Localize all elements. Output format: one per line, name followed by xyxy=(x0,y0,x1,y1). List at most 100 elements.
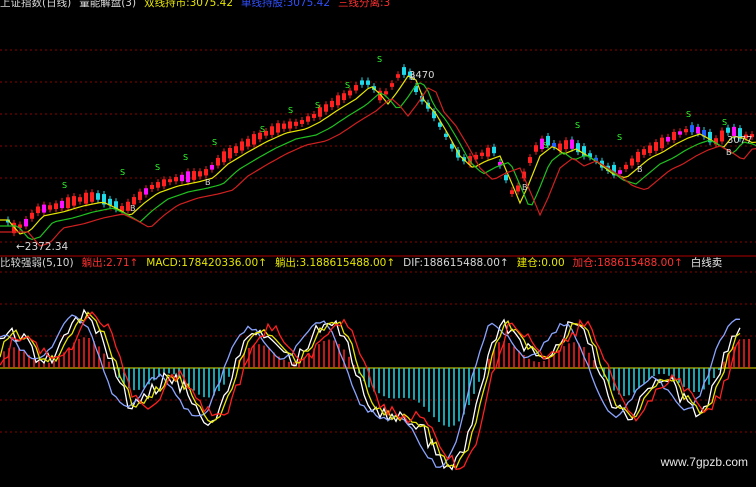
sell-marker: S xyxy=(120,168,125,177)
price-peak-label: 3470 xyxy=(409,70,434,81)
candle-body xyxy=(306,116,310,122)
sell-marker: S xyxy=(155,163,160,172)
moving-average-line xyxy=(0,87,756,247)
candle-body xyxy=(354,85,358,91)
candle-body xyxy=(198,171,202,177)
candle-body xyxy=(204,169,208,176)
buy-marker: B xyxy=(637,165,643,174)
candle-body xyxy=(618,170,622,174)
candle-body xyxy=(96,193,100,200)
sell-marker: S xyxy=(686,110,691,119)
candle-body xyxy=(72,196,76,206)
buy-marker: B xyxy=(205,178,211,187)
candle-body xyxy=(288,121,292,129)
candle-body xyxy=(636,151,640,163)
candle-body xyxy=(444,133,448,137)
sell-marker: S xyxy=(345,81,350,90)
candle-body xyxy=(648,145,652,154)
candle-body xyxy=(24,218,28,227)
candle-body xyxy=(642,149,646,155)
candle-body xyxy=(654,142,658,151)
candle-body xyxy=(156,182,160,188)
candle-body xyxy=(168,179,172,183)
candle-body xyxy=(666,136,670,142)
candle-body xyxy=(678,131,682,135)
buy-marker: B xyxy=(522,183,528,192)
candle-body xyxy=(252,134,256,145)
candle-body xyxy=(564,140,568,150)
candle-body xyxy=(90,192,94,202)
candle-body xyxy=(624,164,628,170)
candle-body xyxy=(30,212,34,219)
candle-body xyxy=(504,175,508,181)
candle-body xyxy=(210,165,214,170)
candle-body xyxy=(660,137,664,149)
candle-body xyxy=(690,125,694,133)
candle-body xyxy=(138,191,142,200)
candle-body xyxy=(324,104,328,112)
candle-body xyxy=(672,131,676,141)
candle-body xyxy=(348,90,352,96)
candle-body xyxy=(84,192,88,204)
sell-marker: S xyxy=(212,138,217,147)
candle-body xyxy=(570,139,574,149)
price-right-label: 3077 xyxy=(727,135,752,146)
buy-marker: B xyxy=(130,204,136,213)
candle-body xyxy=(528,157,532,163)
candle-body xyxy=(516,185,520,192)
candle-body xyxy=(282,123,286,129)
candle-body xyxy=(42,204,46,213)
candle-body xyxy=(336,95,340,106)
candle-body xyxy=(240,141,244,151)
sell-marker: S xyxy=(183,153,188,162)
candle-body xyxy=(684,129,688,133)
candle-body xyxy=(222,151,226,163)
candle-body xyxy=(696,126,700,134)
sell-marker: S xyxy=(315,101,320,110)
candle-body xyxy=(300,120,304,124)
candle-body xyxy=(486,147,490,157)
sell-marker: S xyxy=(575,121,580,130)
candle-body xyxy=(366,80,370,85)
stock-chart[interactable]: SSSSSSSSSSSSSSSBBBBBB ←2372.34 3470 3077 xyxy=(0,0,756,487)
candle-body xyxy=(246,138,250,147)
price-low-label: ←2372.34 xyxy=(16,241,69,253)
candle-body xyxy=(726,127,730,133)
candle-body xyxy=(534,145,538,152)
candle-body xyxy=(144,188,148,195)
candle-body xyxy=(78,197,82,202)
candle-body xyxy=(402,67,406,75)
candle-body xyxy=(360,80,364,85)
sell-marker: S xyxy=(543,141,548,150)
candle-body xyxy=(192,171,196,180)
candle-body xyxy=(54,203,58,210)
candle-body xyxy=(396,74,400,78)
candle-body xyxy=(294,121,298,126)
candle-body xyxy=(276,123,280,133)
candle-body xyxy=(228,148,232,159)
candle-body xyxy=(180,174,184,182)
sell-marker: S xyxy=(722,118,727,127)
signal-markers: SSSSSSSSSSSSSSSBBBBBB xyxy=(62,55,732,213)
candle-body xyxy=(492,146,496,154)
candle-body xyxy=(342,93,346,101)
candle-body xyxy=(630,158,634,166)
grid-lines xyxy=(0,49,756,433)
candle-body xyxy=(216,157,220,166)
candle-body xyxy=(150,184,154,190)
candle-body xyxy=(480,152,484,156)
sell-marker: S xyxy=(288,106,293,115)
candle-body xyxy=(234,146,238,153)
candle-body xyxy=(60,200,64,209)
candle-body xyxy=(312,114,316,118)
sell-marker: S xyxy=(377,55,382,64)
candle-body xyxy=(384,91,388,95)
buy-marker: B xyxy=(726,148,732,157)
sell-marker: S xyxy=(62,181,67,190)
sell-marker: S xyxy=(260,125,265,134)
candle-body xyxy=(270,126,274,135)
candle-body xyxy=(162,179,166,187)
candle-body xyxy=(330,100,334,108)
sell-marker: S xyxy=(617,133,622,142)
candle-body xyxy=(36,206,40,214)
